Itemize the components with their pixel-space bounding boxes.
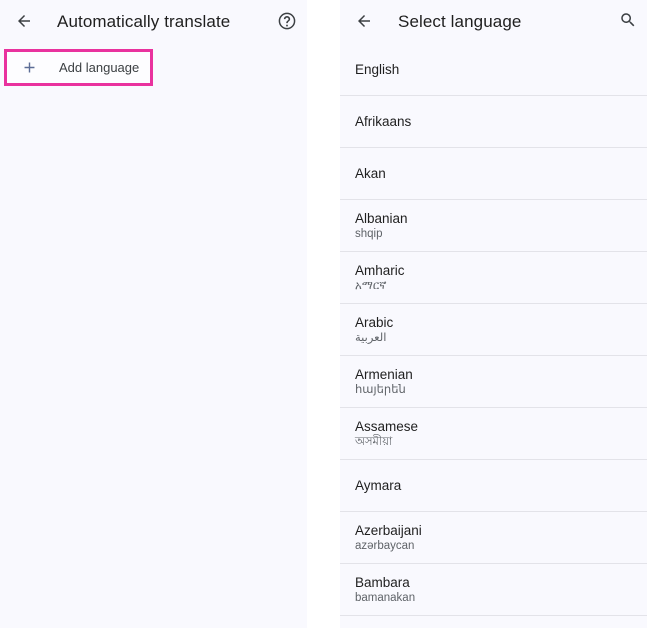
language-row[interactable]: Bambara bamanakan [340, 564, 647, 616]
select-language-panel: Select language English Afrikaans Akan A… [340, 0, 647, 628]
language-name: Akan [355, 165, 632, 182]
auto-translate-header: Automatically translate [0, 0, 307, 44]
language-name: Amharic [355, 262, 632, 279]
language-row[interactable]: Assamese অসমীয়া [340, 408, 647, 460]
language-row[interactable]: Arabic العربية [340, 304, 647, 356]
help-icon [277, 11, 297, 34]
language-name: English [355, 61, 632, 78]
language-row[interactable]: Amharic አማርኛ [340, 252, 647, 304]
language-native-name: অসমীয়া [355, 435, 632, 450]
language-row[interactable]: English [340, 44, 647, 96]
language-native-name: العربية [355, 331, 632, 346]
search-icon [619, 11, 637, 32]
language-native-name: հայերեն [355, 383, 632, 398]
annotation-highlight-box: Add language [4, 49, 153, 86]
auto-translate-panel: Automatically translate Add language [0, 0, 307, 628]
page-title: Automatically translate [57, 12, 230, 32]
language-row[interactable]: Armenian հայերեն [340, 356, 647, 408]
help-button[interactable] [277, 12, 297, 32]
language-name: Aymara [355, 477, 632, 494]
plus-icon [21, 59, 38, 76]
arrow-left-icon [15, 12, 33, 33]
arrow-left-icon [355, 12, 373, 33]
language-row[interactable]: Afrikaans [340, 96, 647, 148]
language-row[interactable]: Albanian shqip [340, 200, 647, 252]
language-row[interactable]: Azerbaijani azərbaycan [340, 512, 647, 564]
language-name: Armenian [355, 366, 632, 383]
language-native-name: azərbaycan [355, 539, 632, 554]
language-row[interactable]: Akan [340, 148, 647, 200]
language-list: English Afrikaans Akan Albanian shqip Am… [340, 44, 647, 628]
back-button[interactable] [354, 12, 374, 32]
add-language-button[interactable]: Add language [7, 52, 150, 83]
language-row[interactable]: Aymara [340, 460, 647, 512]
page-title: Select language [398, 12, 521, 32]
language-native-name: shqip [355, 227, 632, 242]
language-native-name: bamanakan [355, 591, 632, 606]
language-native-name: አማርኛ [355, 279, 632, 294]
search-button[interactable] [618, 12, 637, 31]
language-name: Assamese [355, 418, 632, 435]
select-language-header: Select language [340, 0, 647, 44]
language-name: Afrikaans [355, 113, 632, 130]
back-button[interactable] [14, 12, 34, 32]
language-name: Bambara [355, 574, 632, 591]
language-name: Albanian [355, 210, 632, 227]
language-name: Arabic [355, 314, 632, 331]
language-row[interactable]: Bangla [340, 616, 647, 628]
add-language-label: Add language [59, 60, 139, 75]
language-name: Azerbaijani [355, 522, 632, 539]
